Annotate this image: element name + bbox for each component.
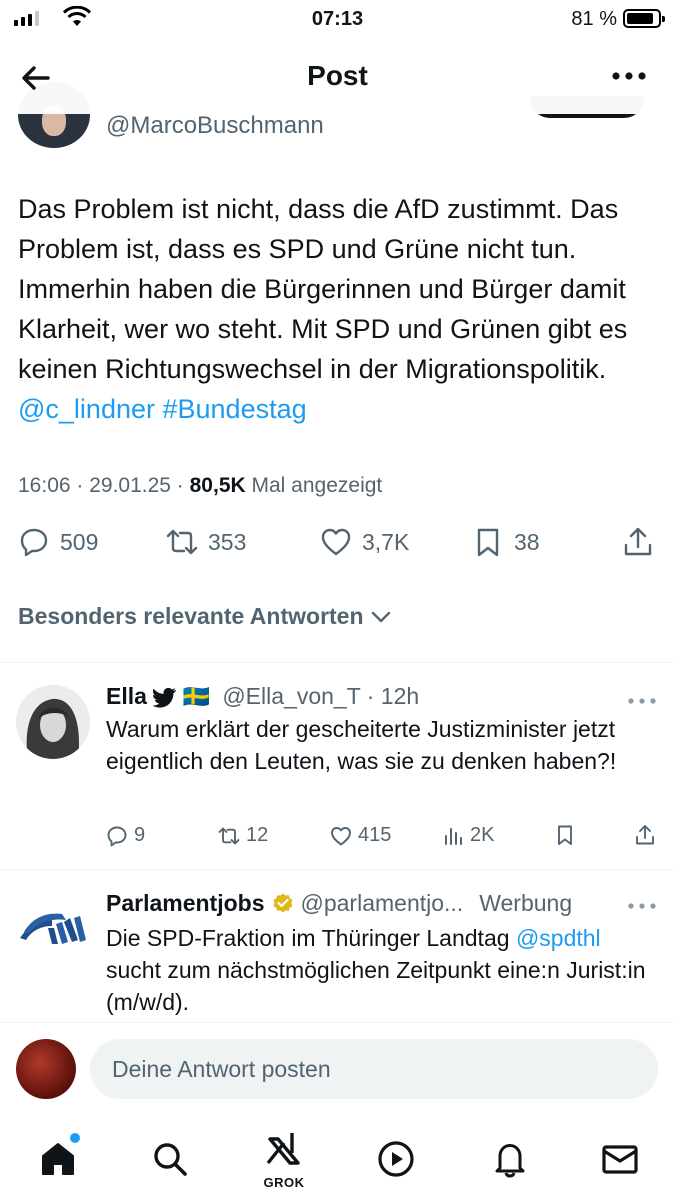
mention-link[interactable]: @c_lindner xyxy=(18,394,155,424)
bookmark-icon xyxy=(558,825,572,845)
reply-views-button[interactable]: 2K xyxy=(442,824,494,847)
post-timestamp[interactable]: 16:06 · 29.01.25 · xyxy=(18,474,190,497)
tab-search[interactable] xyxy=(148,1137,192,1181)
views-chart-icon xyxy=(445,827,462,845)
parliament-logo-icon xyxy=(20,913,86,944)
reply-composer xyxy=(0,1022,675,1117)
tab-notifications[interactable] xyxy=(488,1137,532,1181)
page-title: Post xyxy=(307,60,368,91)
reply-input[interactable] xyxy=(90,1039,658,1099)
home-icon xyxy=(42,1143,74,1175)
author-handle[interactable]: @MarcoBuschmann xyxy=(106,112,324,140)
bookmark-icon xyxy=(477,528,499,557)
user-avatar[interactable] xyxy=(16,1039,76,1099)
notification-dot xyxy=(70,1133,80,1143)
reply-item[interactable]: Ella 🇸🇪 @Ella_von_T · 12h Warum erklärt … xyxy=(0,663,675,869)
bookmark-count: 38 xyxy=(514,528,540,555)
reply-actions: 9 12 415 2K xyxy=(106,824,658,852)
promoted-header: Parlamentjobs @parlamentjo... Werbung xyxy=(106,890,572,917)
views-label: Mal angezeigt xyxy=(245,474,383,497)
reply-time: · 12h xyxy=(366,683,420,709)
battery-icon xyxy=(623,9,665,28)
reply-text: Warum erklärt der gescheiterte Justizmin… xyxy=(106,716,617,774)
reply-repost-button[interactable]: 12 xyxy=(218,824,268,847)
grok-label[interactable]: GROK xyxy=(254,1175,314,1190)
battery-percent: 81 % xyxy=(571,8,617,30)
post-body: Das Problem ist nicht, dass die AfD zust… xyxy=(18,194,628,384)
bookmark-button[interactable]: 38 xyxy=(472,526,540,558)
reply-like-button[interactable]: 415 xyxy=(330,824,391,847)
promoted-text-1: Die SPD-Fraktion im Thüringer Landtag xyxy=(106,925,516,951)
advertiser-logo[interactable] xyxy=(16,888,90,962)
like-button[interactable]: 3,7K xyxy=(320,526,409,558)
bell-icon xyxy=(495,1144,525,1178)
chevron-down-icon xyxy=(371,611,390,622)
status-bar: 07:13 81 % xyxy=(0,0,675,40)
tab-messages[interactable] xyxy=(598,1137,642,1181)
post-actions: 509 353 3,7K 38 xyxy=(0,526,675,570)
search-icon xyxy=(154,1143,187,1176)
tab-video[interactable] xyxy=(374,1137,418,1181)
more-horizontal-icon[interactable] xyxy=(627,696,657,706)
more-horizontal-icon[interactable] xyxy=(611,66,647,86)
reply-repost-count: 12 xyxy=(246,824,269,846)
share-button[interactable] xyxy=(622,526,654,558)
bottom-tab-bar xyxy=(0,1117,675,1200)
comment-icon xyxy=(107,826,127,846)
reply-count: 509 xyxy=(60,528,99,555)
bird-icon xyxy=(152,687,176,708)
reply-bookmark-button[interactable] xyxy=(554,824,576,846)
hashtag-link[interactable]: #Bundestag xyxy=(163,394,307,424)
flag-icon: 🇸🇪 xyxy=(182,683,211,709)
reply-avatar[interactable] xyxy=(16,685,90,759)
promoted-item[interactable]: Parlamentjobs @parlamentjo... Werbung Di… xyxy=(0,870,675,1022)
tab-home[interactable] xyxy=(36,1133,80,1181)
mention-link[interactable]: @spdthl xyxy=(516,925,601,951)
reply-views-count: 2K xyxy=(470,824,495,846)
promoted-text: Die SPD-Fraktion im Thüringer Landtag @s… xyxy=(106,922,661,1018)
repost-count: 353 xyxy=(208,528,247,555)
reply-share-button[interactable] xyxy=(634,824,656,846)
post-text: Das Problem ist nicht, dass die AfD zust… xyxy=(18,189,663,429)
heart-icon xyxy=(331,826,351,845)
heart-icon xyxy=(321,528,351,556)
mail-icon xyxy=(602,1145,638,1174)
play-icon xyxy=(378,1141,414,1177)
reply-reply-count: 9 xyxy=(134,824,146,846)
reply-author-name[interactable]: Ella xyxy=(106,683,147,710)
views-count: 80,5K xyxy=(189,474,246,497)
grok-icon xyxy=(266,1133,300,1165)
reply-author-handle[interactable]: @Ella_von_T xyxy=(222,683,360,710)
verified-badge-icon xyxy=(273,893,292,912)
reply-reply-button[interactable]: 9 xyxy=(106,824,145,847)
promoted-text-2: sucht zum nächstmöglichen Zeitpunkt eine… xyxy=(106,957,646,1015)
ad-label: Werbung xyxy=(479,890,573,916)
reply-header: Ella 🇸🇪 @Ella_von_T · 12h xyxy=(106,683,419,710)
avatar-image xyxy=(16,685,90,759)
tab-grok[interactable] xyxy=(262,1127,306,1171)
advertiser-handle[interactable]: @parlamentjo... xyxy=(301,890,464,917)
more-horizontal-icon[interactable] xyxy=(627,901,657,911)
like-count: 3,7K xyxy=(362,528,410,555)
reply-like-count: 415 xyxy=(358,824,392,846)
repost-button[interactable]: 353 xyxy=(166,526,246,558)
advertiser-name[interactable]: Parlamentjobs xyxy=(106,890,265,917)
comment-icon xyxy=(20,528,48,557)
top-nav: Post xyxy=(0,40,675,114)
reply-button[interactable]: 509 xyxy=(18,526,98,558)
share-icon xyxy=(624,527,652,556)
post-meta: 16:06 · 29.01.25 · 80,5K Mal angezeigt xyxy=(18,474,382,498)
replies-sort-label: Besonders relevante Antworten xyxy=(18,603,364,629)
replies-sort-dropdown[interactable]: Besonders relevante Antworten xyxy=(18,603,392,630)
repost-icon xyxy=(166,529,198,555)
repost-icon xyxy=(218,827,240,844)
share-icon xyxy=(636,825,654,845)
